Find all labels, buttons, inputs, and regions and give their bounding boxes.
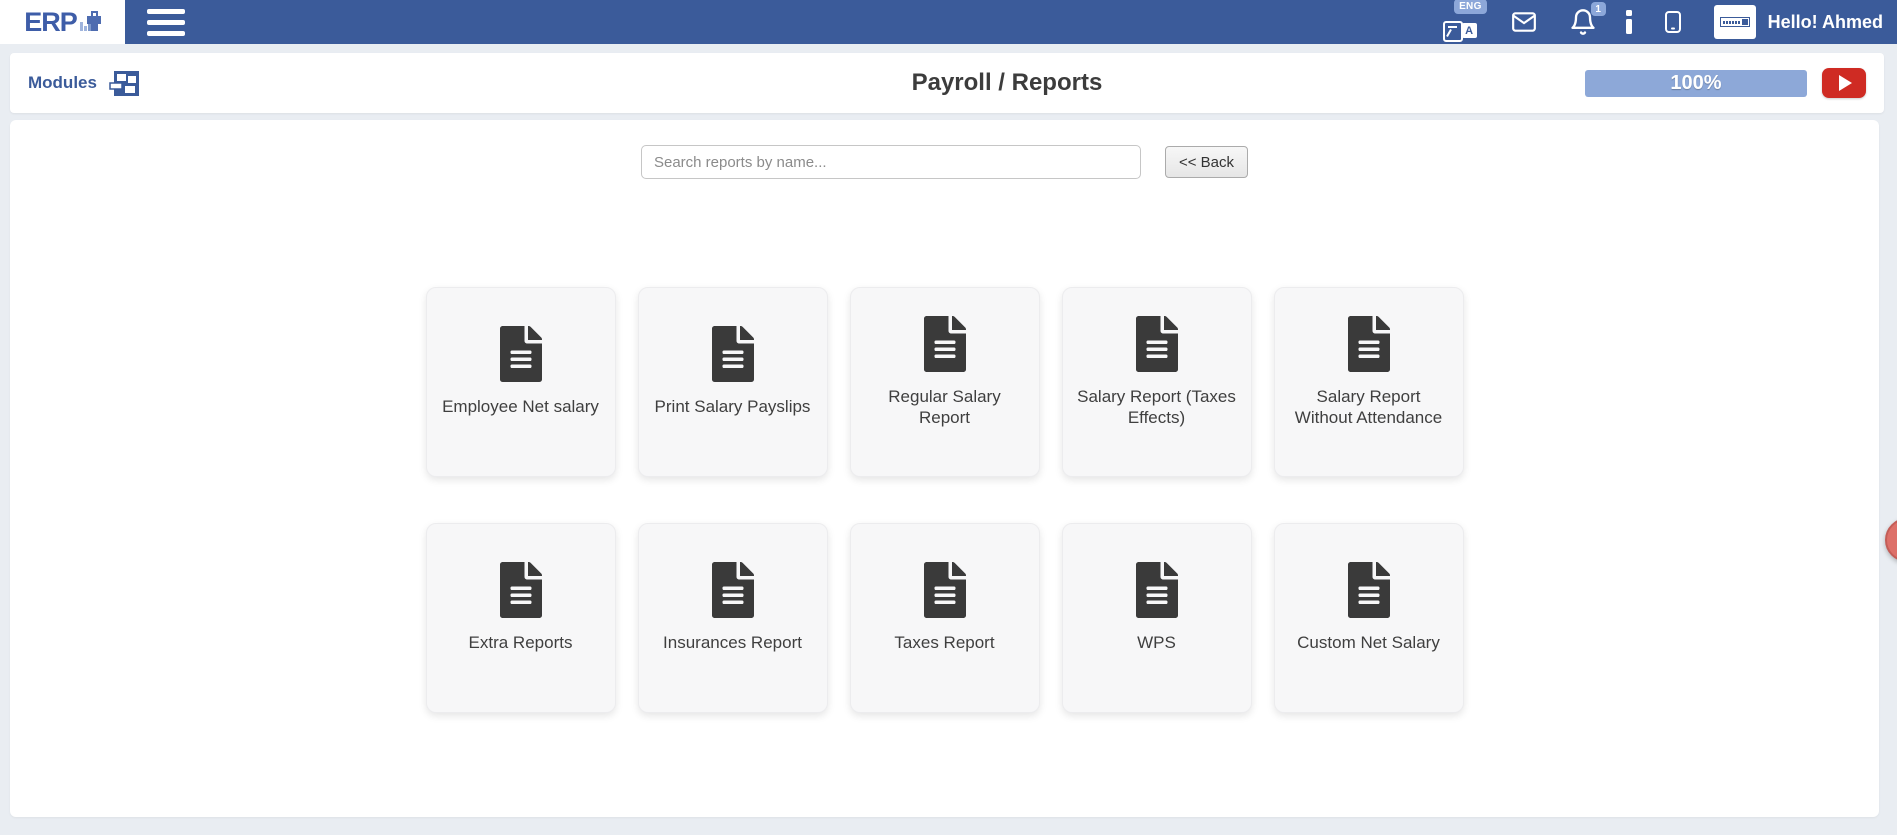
page-header: Modules Payroll / Reports 100% [10, 53, 1884, 113]
file-text-icon [498, 562, 544, 618]
top-navigation-bar: ERP ENG A 1 [0, 0, 1897, 44]
card-label: Employee Net salary [442, 396, 599, 417]
header-right-controls: 100% [1585, 68, 1866, 98]
report-card-insurances-report[interactable]: Insurances Report [638, 523, 828, 713]
brand-text: ERP [24, 9, 77, 36]
info-icon [1626, 10, 1632, 34]
user-menu[interactable]: Hello! Ahmed [1714, 5, 1887, 39]
topbar-actions: ENG A 1 [1443, 2, 1897, 42]
card-label: Extra Reports [469, 632, 573, 653]
language-badge: ENG [1454, 0, 1487, 14]
file-text-icon [922, 316, 968, 372]
file-text-icon [1346, 562, 1392, 618]
file-text-icon [1346, 316, 1392, 372]
menu-hamburger-icon[interactable] [143, 5, 189, 40]
report-card-extra-reports[interactable]: Extra Reports [426, 523, 616, 713]
page-title: Payroll / Reports [912, 69, 1103, 97]
back-button[interactable]: << Back [1165, 146, 1248, 178]
language-switcher[interactable]: ENG A [1443, 2, 1479, 42]
modules-grid-icon [109, 70, 139, 97]
smartphone-icon [1661, 7, 1685, 37]
mobile-app-button[interactable] [1661, 7, 1685, 37]
report-card-regular-salary-report[interactable]: Regular Salary Report [850, 287, 1040, 477]
report-card-taxes-report[interactable]: Taxes Report [850, 523, 1040, 713]
avatar [1714, 5, 1756, 39]
app-logo[interactable]: ERP [0, 0, 125, 44]
reports-panel: << Back Employee Net salary Print Salary… [10, 120, 1879, 817]
report-card-salary-report-without-attendance[interactable]: Salary Report Without Attendance [1274, 287, 1464, 477]
notifications-button[interactable]: 1 [1569, 8, 1597, 36]
report-card-print-salary-payslips[interactable]: Print Salary Payslips [638, 287, 828, 477]
file-text-icon [710, 562, 756, 618]
logo-building-icon [79, 10, 101, 34]
translate-icon [1443, 21, 1463, 42]
progress-value: 100% [1670, 72, 1721, 95]
report-card-employee-net-salary[interactable]: Employee Net salary [426, 287, 616, 477]
file-text-icon [710, 326, 756, 382]
mail-button[interactable] [1508, 9, 1540, 35]
floating-action-button[interactable] [1885, 518, 1897, 562]
file-text-icon [498, 326, 544, 382]
file-text-icon [1134, 562, 1180, 618]
search-input[interactable] [641, 145, 1141, 179]
card-label: Insurances Report [663, 632, 802, 653]
info-button[interactable] [1626, 10, 1632, 34]
file-text-icon [922, 562, 968, 618]
mail-icon [1508, 9, 1540, 35]
report-card-custom-net-salary[interactable]: Custom Net Salary [1274, 523, 1464, 713]
user-greeting: Hello! Ahmed [1768, 12, 1887, 33]
report-card-salary-report-taxes-effects[interactable]: Salary Report (Taxes Effects) [1062, 287, 1252, 477]
card-label: Custom Net Salary [1297, 632, 1440, 653]
modules-link[interactable]: Modules [28, 70, 139, 97]
progress-bar: 100% [1585, 70, 1807, 97]
card-label: Print Salary Payslips [655, 396, 811, 417]
video-help-button[interactable] [1822, 68, 1866, 98]
notification-count-badge: 1 [1591, 2, 1606, 16]
card-label: Regular Salary Report [863, 386, 1027, 429]
card-label: Taxes Report [894, 632, 994, 653]
card-label: Salary Report (Taxes Effects) [1075, 386, 1239, 429]
card-label: Salary Report Without Attendance [1287, 386, 1451, 429]
report-card-wps[interactable]: WPS [1062, 523, 1252, 713]
modules-label: Modules [28, 73, 97, 93]
card-label: WPS [1137, 632, 1176, 653]
report-cards-grid: Employee Net salary Print Salary Payslip… [426, 287, 1464, 713]
search-toolbar: << Back [10, 145, 1879, 179]
company-logo-icon [1720, 17, 1750, 27]
file-text-icon [1134, 316, 1180, 372]
play-icon [1839, 75, 1852, 91]
